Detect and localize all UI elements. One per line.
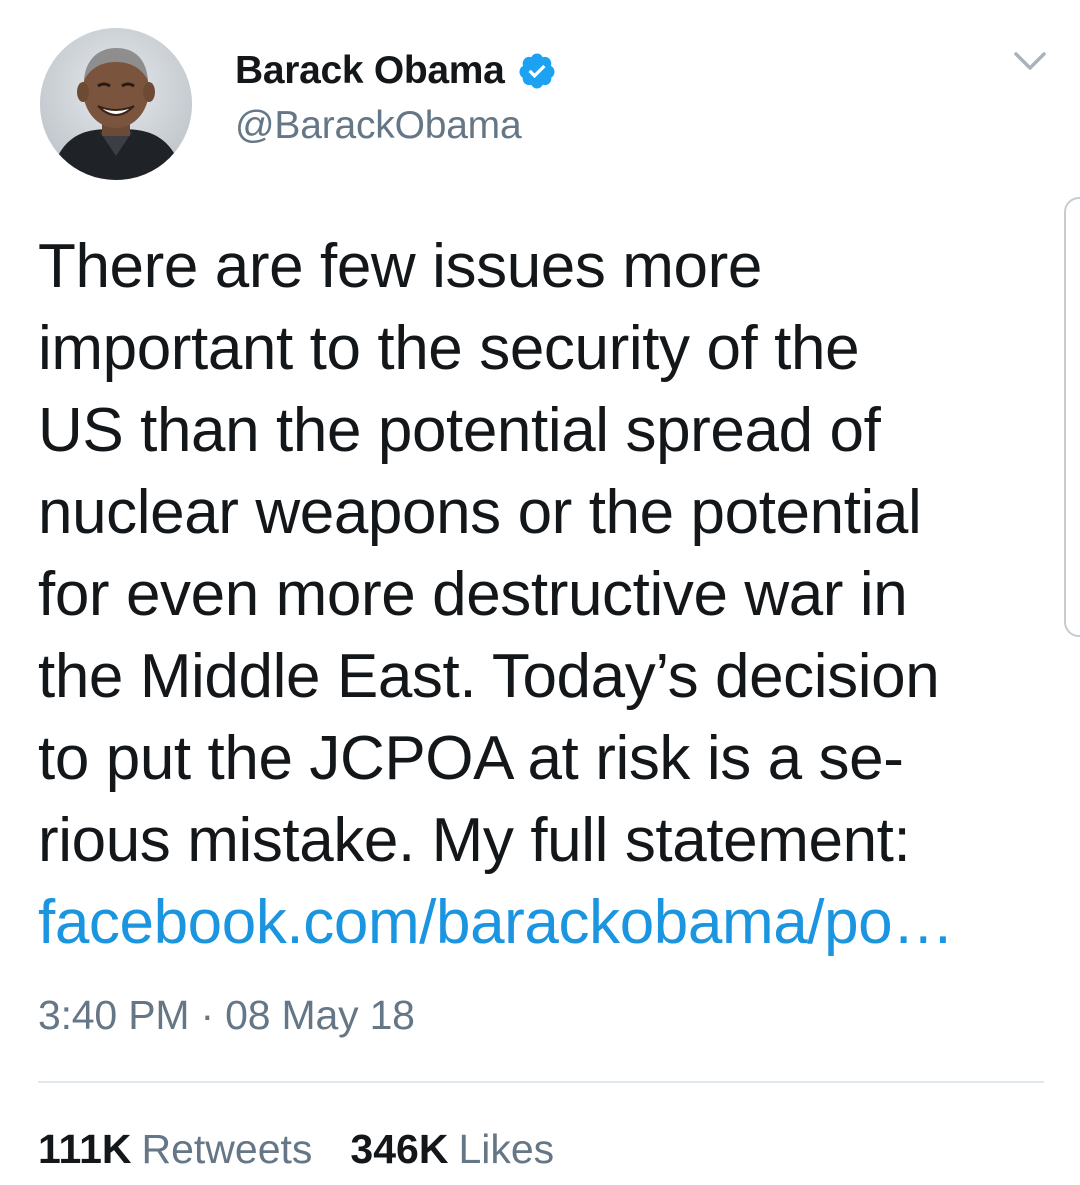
verified-badge-icon	[517, 51, 557, 91]
tweet-text-line: the Middle East. Today’s decision	[38, 642, 940, 711]
tweet-text-line: There are few issues more	[38, 232, 762, 301]
chevron-down-icon[interactable]	[1012, 48, 1048, 76]
retweets-stat[interactable]: 111K Retweets	[38, 1126, 312, 1173]
likes-count: 346K	[350, 1126, 449, 1172]
tweet-text-line: nuclear weapons or the potential	[38, 478, 922, 547]
avatar[interactable]	[40, 28, 192, 180]
statement-link[interactable]: facebook.com/barackobama/po…	[38, 882, 1038, 964]
tweet-card: Barack Obama @BarackObama There are few …	[0, 0, 1080, 1185]
author-name-row[interactable]: Barack Obama	[235, 46, 557, 96]
retweets-count: 111K	[38, 1126, 132, 1172]
tweet-text-line: to put the JCPOA at risk is a se-	[38, 724, 904, 793]
likes-stat[interactable]: 346K Likes	[350, 1126, 554, 1173]
tweet-text-line: rious mistake. My full statement:	[38, 806, 911, 875]
divider	[38, 1081, 1044, 1083]
tweet-text: There are few issues more important to t…	[38, 226, 1038, 964]
author-display-name[interactable]: Barack Obama	[235, 49, 505, 93]
author-handle[interactable]: @BarackObama	[235, 104, 522, 148]
retweets-label: Retweets	[141, 1126, 313, 1172]
tweet-text-line: for even more destructive war in	[38, 560, 908, 629]
tweet-timestamp[interactable]: 3:40 PM · 08 May 18	[38, 992, 415, 1039]
tweet-text-line: US than the potential spread of	[38, 396, 881, 465]
profile-photo-icon	[40, 28, 192, 180]
tweet-text-line: important to the security of the	[38, 314, 860, 383]
engagement-stats: 111K Retweets 346K Likes	[38, 1126, 592, 1173]
likes-label: Likes	[458, 1126, 555, 1172]
scroll-handle[interactable]	[1064, 197, 1080, 637]
